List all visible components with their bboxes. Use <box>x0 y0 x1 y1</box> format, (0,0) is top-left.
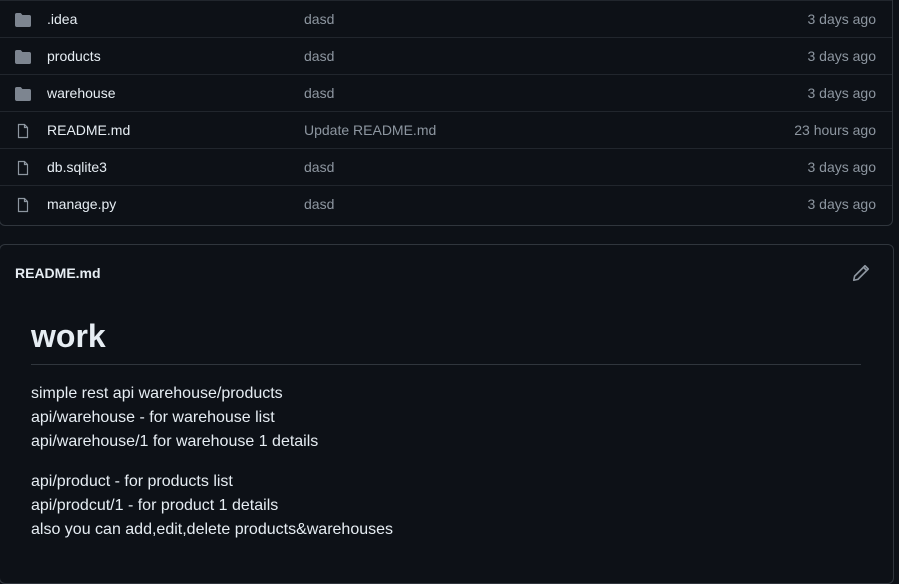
file-icon <box>15 123 31 139</box>
commit-message-link[interactable]: dasd <box>304 11 334 27</box>
readme-line: simple rest api warehouse/products <box>31 385 283 402</box>
commit-time: 3 days ago <box>807 48 877 64</box>
file-row[interactable]: db.sqlite3 dasd 3 days ago <box>0 148 892 185</box>
readme-heading: work <box>31 318 106 354</box>
commit-time: 3 days ago <box>807 85 877 101</box>
commit-message-link[interactable]: dasd <box>304 196 334 212</box>
commit-time: 3 days ago <box>807 159 877 175</box>
file-row[interactable]: warehouse dasd 3 days ago <box>0 74 892 111</box>
pencil-icon[interactable] <box>851 263 871 283</box>
readme-paragraph: simple rest api warehouse/products api/w… <box>31 382 318 454</box>
file-icon <box>15 160 31 176</box>
file-list: .idea dasd 3 days ago products dasd 3 da… <box>0 0 893 226</box>
file-name-link[interactable]: warehouse <box>47 85 116 101</box>
folder-icon <box>15 49 31 65</box>
readme-paragraph: api/product - for products list api/prod… <box>31 470 393 542</box>
heading-divider <box>31 364 861 365</box>
file-name-link[interactable]: manage.py <box>47 196 116 212</box>
readme-line: api/warehouse/1 for warehouse 1 details <box>31 433 319 450</box>
file-row[interactable]: manage.py dasd 3 days ago <box>0 185 892 222</box>
readme-title-link[interactable]: README.md <box>15 265 101 281</box>
readme-line: api/product - for products list <box>31 473 233 490</box>
readme-line: api/prodcut/1 - for product 1 details <box>31 497 279 514</box>
file-row[interactable]: .idea dasd 3 days ago <box>0 0 892 37</box>
file-name-link[interactable]: products <box>47 48 101 64</box>
commit-message-link[interactable]: dasd <box>304 48 334 64</box>
file-name-link[interactable]: README.md <box>47 122 130 138</box>
file-name-link[interactable]: db.sqlite3 <box>47 159 107 175</box>
folder-icon <box>15 86 31 102</box>
file-row[interactable]: README.md Update README.md 23 hours ago <box>0 111 892 148</box>
commit-time: 23 hours ago <box>794 122 876 138</box>
readme-line: also you can add,edit,delete products&wa… <box>31 521 394 538</box>
readme-line: api/warehouse - for warehouse list <box>31 409 275 426</box>
commit-time: 3 days ago <box>807 196 877 212</box>
commit-message-link[interactable]: dasd <box>304 159 334 175</box>
commit-message-link[interactable]: Update README.md <box>304 122 436 138</box>
readme-panel: README.md work simple rest api warehouse… <box>0 244 894 584</box>
file-name-link[interactable]: .idea <box>47 11 77 27</box>
folder-icon <box>15 12 31 28</box>
file-row[interactable]: products dasd 3 days ago <box>0 37 892 74</box>
commit-message-link[interactable]: dasd <box>304 85 334 101</box>
file-icon <box>15 197 31 213</box>
commit-time: 3 days ago <box>807 11 877 27</box>
